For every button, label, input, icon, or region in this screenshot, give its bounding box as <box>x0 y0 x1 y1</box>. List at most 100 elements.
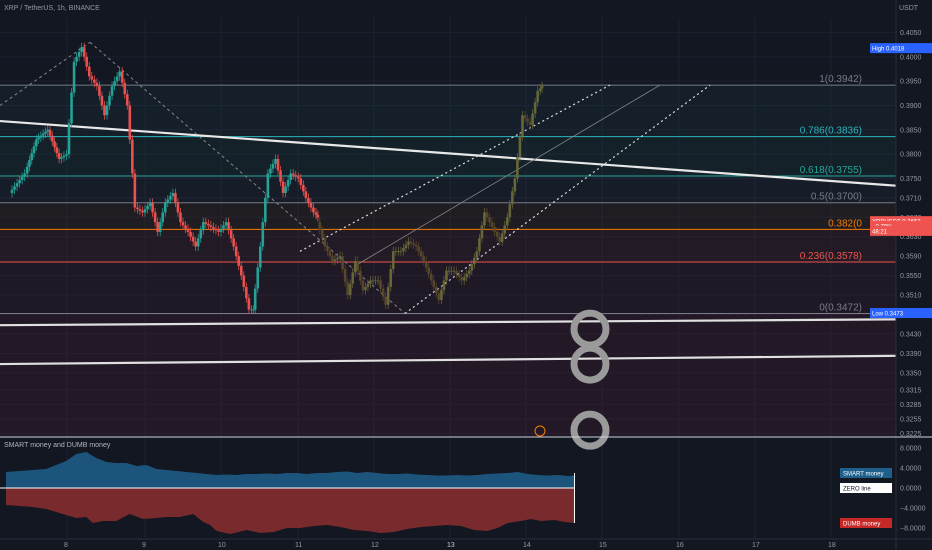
candle-body <box>108 95 111 106</box>
candle-body <box>261 222 265 247</box>
candle-body <box>304 191 308 198</box>
candle-body <box>146 205 149 210</box>
candle-body <box>15 183 19 187</box>
ghost-candle-body <box>455 270 458 274</box>
ghost-candle-body <box>371 280 375 282</box>
ghost-candle-body <box>457 273 461 278</box>
price-badge-text: Low 0.3473 <box>872 312 904 318</box>
ghost-candle-body <box>417 246 420 252</box>
ghost-candle-body <box>450 270 453 272</box>
candle-body <box>307 197 310 203</box>
candle-body <box>128 105 132 140</box>
ghost-candle-body <box>478 238 481 252</box>
candle-body <box>113 81 116 87</box>
symbol-title: XRP / TetherUS, 1h, BINANCE <box>4 5 100 12</box>
indicator-title: SMART money and DUMB money <box>4 442 111 449</box>
candle-body <box>245 286 248 299</box>
candle-body <box>118 71 121 77</box>
ghost-candle-body <box>460 277 463 281</box>
candle-body <box>136 207 139 210</box>
candle-body <box>151 202 154 213</box>
candle-body <box>264 197 267 223</box>
ghost-candle-body <box>326 246 329 252</box>
candle-body <box>234 246 238 257</box>
y-tick-label: 0.3390 <box>900 351 922 358</box>
candle-body <box>72 61 76 93</box>
candle-body <box>214 228 218 231</box>
x-tick-label: 14 <box>523 542 531 549</box>
candle-body <box>286 180 290 187</box>
candle-body <box>309 202 313 208</box>
ghost-candle-body <box>516 157 519 179</box>
candle-body <box>266 173 270 198</box>
candle-body <box>291 173 295 176</box>
ghost-candle-body <box>488 217 491 223</box>
x-tick-label: 15 <box>599 542 607 549</box>
fib-level-label: 0.236(0.3578) <box>800 251 862 262</box>
candle-body <box>55 147 59 154</box>
y-tick-label: 0.3430 <box>900 331 922 338</box>
candle-body <box>253 288 257 310</box>
ghost-candle-body <box>412 243 415 245</box>
ghost-candle-body <box>445 270 448 281</box>
ghost-candle-body <box>531 113 534 125</box>
y-tick-label: 0.4000 <box>900 54 922 61</box>
ghost-candle-body <box>364 286 367 291</box>
candle-body <box>75 56 78 62</box>
candle-body <box>222 225 225 229</box>
candle-body <box>141 210 144 213</box>
candle-body <box>57 153 61 159</box>
y-tick-label: 0.3510 <box>900 293 922 300</box>
price-badge-text: High 0.4018 <box>872 47 905 53</box>
ghost-candle-body <box>500 233 504 242</box>
indicator-y-tick: −4.0000 <box>900 506 926 513</box>
y-tick-label: 0.3350 <box>900 370 922 377</box>
candle-body <box>39 135 43 138</box>
chart-canvas[interactable]: 1(0.3942) 0.786(0.3836) 0.618(0.3755) 0.5(0… <box>0 0 932 550</box>
ghost-candle-body <box>384 296 387 305</box>
candle-body <box>67 123 71 155</box>
candle-body <box>10 189 14 193</box>
candle-body <box>199 230 203 239</box>
candle-body <box>35 139 38 147</box>
ghost-candle-body <box>338 256 342 258</box>
candle-body <box>289 173 292 181</box>
fib-level-label: 0.786(0.3836) <box>800 126 862 137</box>
candle-body <box>158 222 162 232</box>
candle-body <box>201 222 205 231</box>
indicator-y-tick: 4.0000 <box>900 466 922 473</box>
candle-body <box>252 309 255 311</box>
candle-body <box>13 186 16 190</box>
ghost-candle-body <box>432 280 436 287</box>
indicator-badge-text: DUMB money <box>843 522 880 528</box>
y-tick-label: 0.3750 <box>900 176 922 183</box>
ghost-candle-body <box>511 191 514 205</box>
candle-body <box>281 181 285 193</box>
candle-body <box>103 105 106 116</box>
candle-body <box>174 192 177 203</box>
candle-body <box>276 158 280 171</box>
candle-body <box>25 166 29 174</box>
candle-body <box>53 141 56 148</box>
candle-body <box>46 129 50 132</box>
ghost-candle-body <box>381 288 385 297</box>
fib-level-label: 0.5(0.3700) <box>811 192 862 203</box>
candle-body <box>166 199 170 203</box>
y-tick-label: 0.3225 <box>900 431 922 438</box>
ghost-candle-body <box>473 257 476 265</box>
candle-body <box>93 79 96 83</box>
candle-body <box>284 186 287 193</box>
candle-body <box>239 265 243 276</box>
ghost-candle-body <box>498 236 501 242</box>
candle-body <box>271 163 275 169</box>
shaded-zones <box>0 85 896 436</box>
x-tick-label: 12 <box>371 542 379 549</box>
candle-body <box>18 180 21 184</box>
candle-body <box>189 231 192 237</box>
ghost-candle-body <box>429 273 433 281</box>
ghost-candle-body <box>419 251 423 257</box>
candle-body <box>44 131 47 134</box>
ghost-candle-body <box>336 257 339 260</box>
candle-body <box>237 256 241 266</box>
candle-body <box>163 202 167 213</box>
